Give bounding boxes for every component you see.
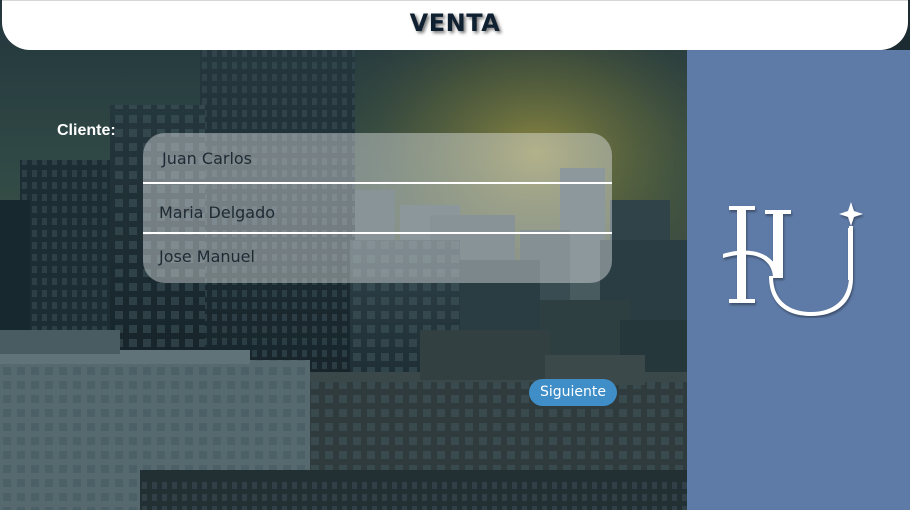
sale-screen: VENTA Cliente: Juan Carlos Maria Delgado… xyxy=(0,0,910,510)
brand-side-panel xyxy=(687,50,910,510)
client-label: Cliente: xyxy=(57,122,116,139)
next-button[interactable]: Siguiente xyxy=(529,379,617,406)
client-option-jose-manuel[interactable]: Jose Manuel xyxy=(143,233,612,283)
hu-monogram-logo xyxy=(721,198,881,318)
client-option-maria-delgado[interactable]: Maria Delgado xyxy=(143,183,612,233)
client-option-label: Maria Delgado xyxy=(159,203,276,222)
header-bar: VENTA xyxy=(2,0,908,50)
client-option-label: Jose Manuel xyxy=(159,247,255,266)
client-list: Juan Carlos Maria Delgado Jose Manuel xyxy=(143,133,612,283)
client-option-label: Juan Carlos xyxy=(162,149,253,168)
page-title: VENTA xyxy=(409,9,501,37)
client-option-juan-carlos[interactable]: Juan Carlos xyxy=(143,133,612,183)
